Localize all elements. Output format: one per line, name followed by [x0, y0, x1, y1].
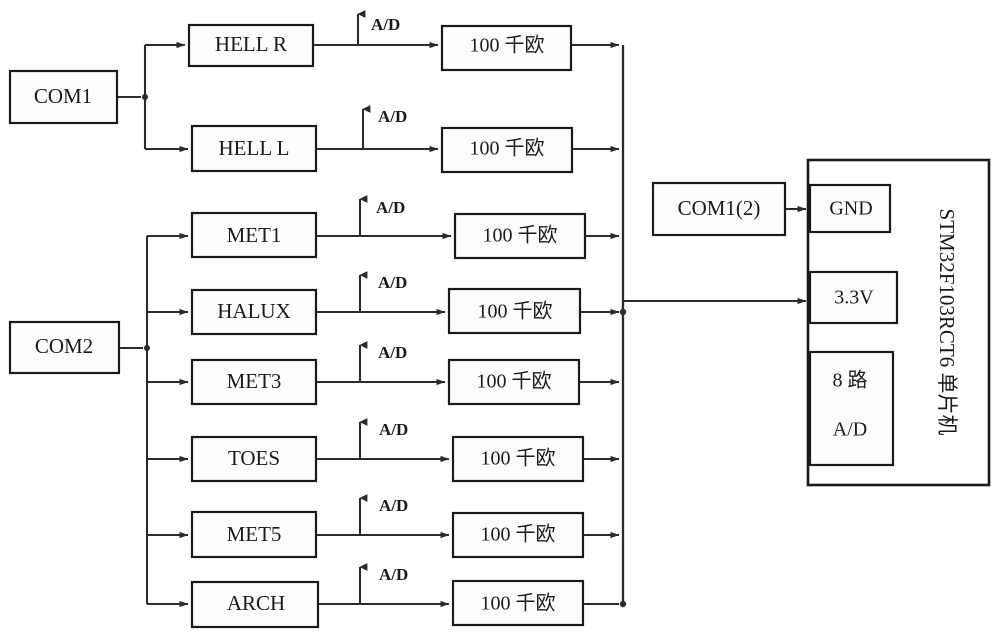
resistor-label-1: 100 千欧 — [470, 34, 545, 57]
diagram-svg: COM1 COM2 HELL R HELL L MET1 HALUX MET3 … — [8, 10, 991, 629]
sensor-label-met1: MET1 — [227, 223, 282, 247]
sensor-label-arch: ARCH — [227, 591, 285, 615]
junction-com2 — [144, 345, 150, 351]
resistor-label-8: 100 千欧 — [481, 592, 556, 615]
ad-label-4: A/D — [378, 273, 407, 292]
ad-label-6: A/D — [379, 420, 408, 439]
source-boxes — [8, 69, 121, 375]
ad-label-1: A/D — [371, 15, 400, 34]
resistor-label-2: 100 千欧 — [470, 137, 545, 160]
pin-label-3v3: 3.3V — [834, 287, 874, 309]
sensor-label-hell-l: HELL L — [219, 136, 290, 160]
com1-2-label: COM1(2) — [678, 196, 761, 220]
mcu-chip-label: STM32F103RCT6 单片机 — [935, 209, 959, 436]
junction-bus-halux — [619, 308, 627, 316]
wires-com2-fanout — [119, 232, 189, 608]
sensor-label-hell-r: HELL R — [215, 32, 287, 56]
ad-label-3: A/D — [376, 198, 405, 217]
resistor-label-7: 100 千欧 — [481, 523, 556, 546]
com2-label: COM2 — [35, 334, 93, 358]
ad-label-7: A/D — [379, 496, 408, 515]
wires-sensor-to-resistor — [313, 41, 452, 608]
sensor-label-halux: HALUX — [217, 299, 291, 323]
resistor-label-3: 100 千欧 — [483, 224, 558, 247]
sensor-label-toes: TOES — [228, 446, 280, 470]
com1-label: COM1 — [34, 84, 92, 108]
resistor-label-5: 100 千欧 — [477, 370, 552, 393]
ad-label-5: A/D — [378, 343, 407, 362]
pin-label-ad-line1: 8 路 — [833, 369, 868, 392]
resistor-label-4: 100 千欧 — [478, 300, 553, 323]
junction-com1 — [142, 94, 148, 100]
resistor-label-6: 100 千欧 — [481, 447, 556, 470]
ad-label-8: A/D — [379, 565, 408, 584]
sensor-label-met3: MET3 — [227, 369, 282, 393]
junction-bus-arch — [619, 600, 627, 608]
pin-label-ad-line2: A/D — [833, 419, 867, 441]
wires-com1-fanout — [117, 41, 189, 153]
collection-bus — [619, 45, 807, 608]
ad-tap-arrows — [356, 10, 371, 604]
block-diagram-canvas: COM1 COM2 HELL R HELL L MET1 HALUX MET3 … — [0, 0, 1000, 637]
ad-label-2: A/D — [378, 107, 407, 126]
pin-label-gnd: GND — [829, 198, 872, 220]
sensor-label-met5: MET5 — [227, 522, 282, 546]
